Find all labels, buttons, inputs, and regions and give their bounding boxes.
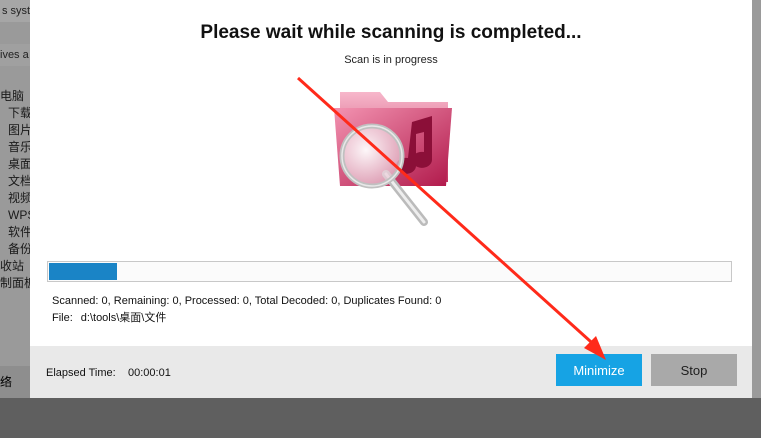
current-file: File: d:\tools\桌面\文件 <box>52 309 166 325</box>
tree-item: 软件 <box>8 225 30 239</box>
background-taskbar <box>0 398 761 438</box>
tree-item: 音乐 <box>8 140 30 154</box>
elapsed-time-label: Elapsed Time: <box>46 367 116 379</box>
dialog-title: Please wait while scanning is completed.… <box>200 22 582 43</box>
tree-item: 图片 <box>8 123 30 137</box>
tree-item: 备份 <box>8 242 30 256</box>
dialog-footer: Elapsed Time: 00:00:01 Minimize Stop <box>30 346 752 398</box>
music-folder-search-icon <box>320 82 460 232</box>
dialog-subtitle: Scan is in progress <box>344 54 438 66</box>
tree-item: 视频 <box>8 191 30 205</box>
background-bottom-item: 络 <box>0 366 30 398</box>
tree-item: 电脑 <box>0 89 25 103</box>
tree-item: WPS <box>8 208 30 222</box>
background-tree: 电脑 下载 图片 音乐 桌面 文档 视频 WPS 软件 备份 收站 制面板 <box>0 88 30 292</box>
tree-item: 桌面 <box>8 157 30 171</box>
background-drive-text: ives a <box>0 44 30 66</box>
file-label: File: <box>52 312 73 324</box>
tree-item: 收站 <box>0 259 25 273</box>
minimize-button[interactable]: Minimize <box>556 354 642 386</box>
stop-button[interactable]: Stop <box>651 354 737 386</box>
progress-fill <box>49 263 118 280</box>
scan-stats: Scanned: 0, Remaining: 0, Processed: 0, … <box>52 295 442 307</box>
tree-item: 下载 <box>8 106 30 120</box>
scan-progress-dialog: Please wait while scanning is completed.… <box>30 0 752 398</box>
file-path: d:\tools\桌面\文件 <box>80 312 167 324</box>
scan-progress-bar <box>47 261 732 282</box>
tree-item: 制面板 <box>0 276 30 290</box>
elapsed-time-value: 00:00:01 <box>128 367 171 379</box>
background-top-text: s syst <box>0 0 32 22</box>
tree-item: 文档 <box>8 174 30 188</box>
background-right-edge <box>752 0 761 400</box>
